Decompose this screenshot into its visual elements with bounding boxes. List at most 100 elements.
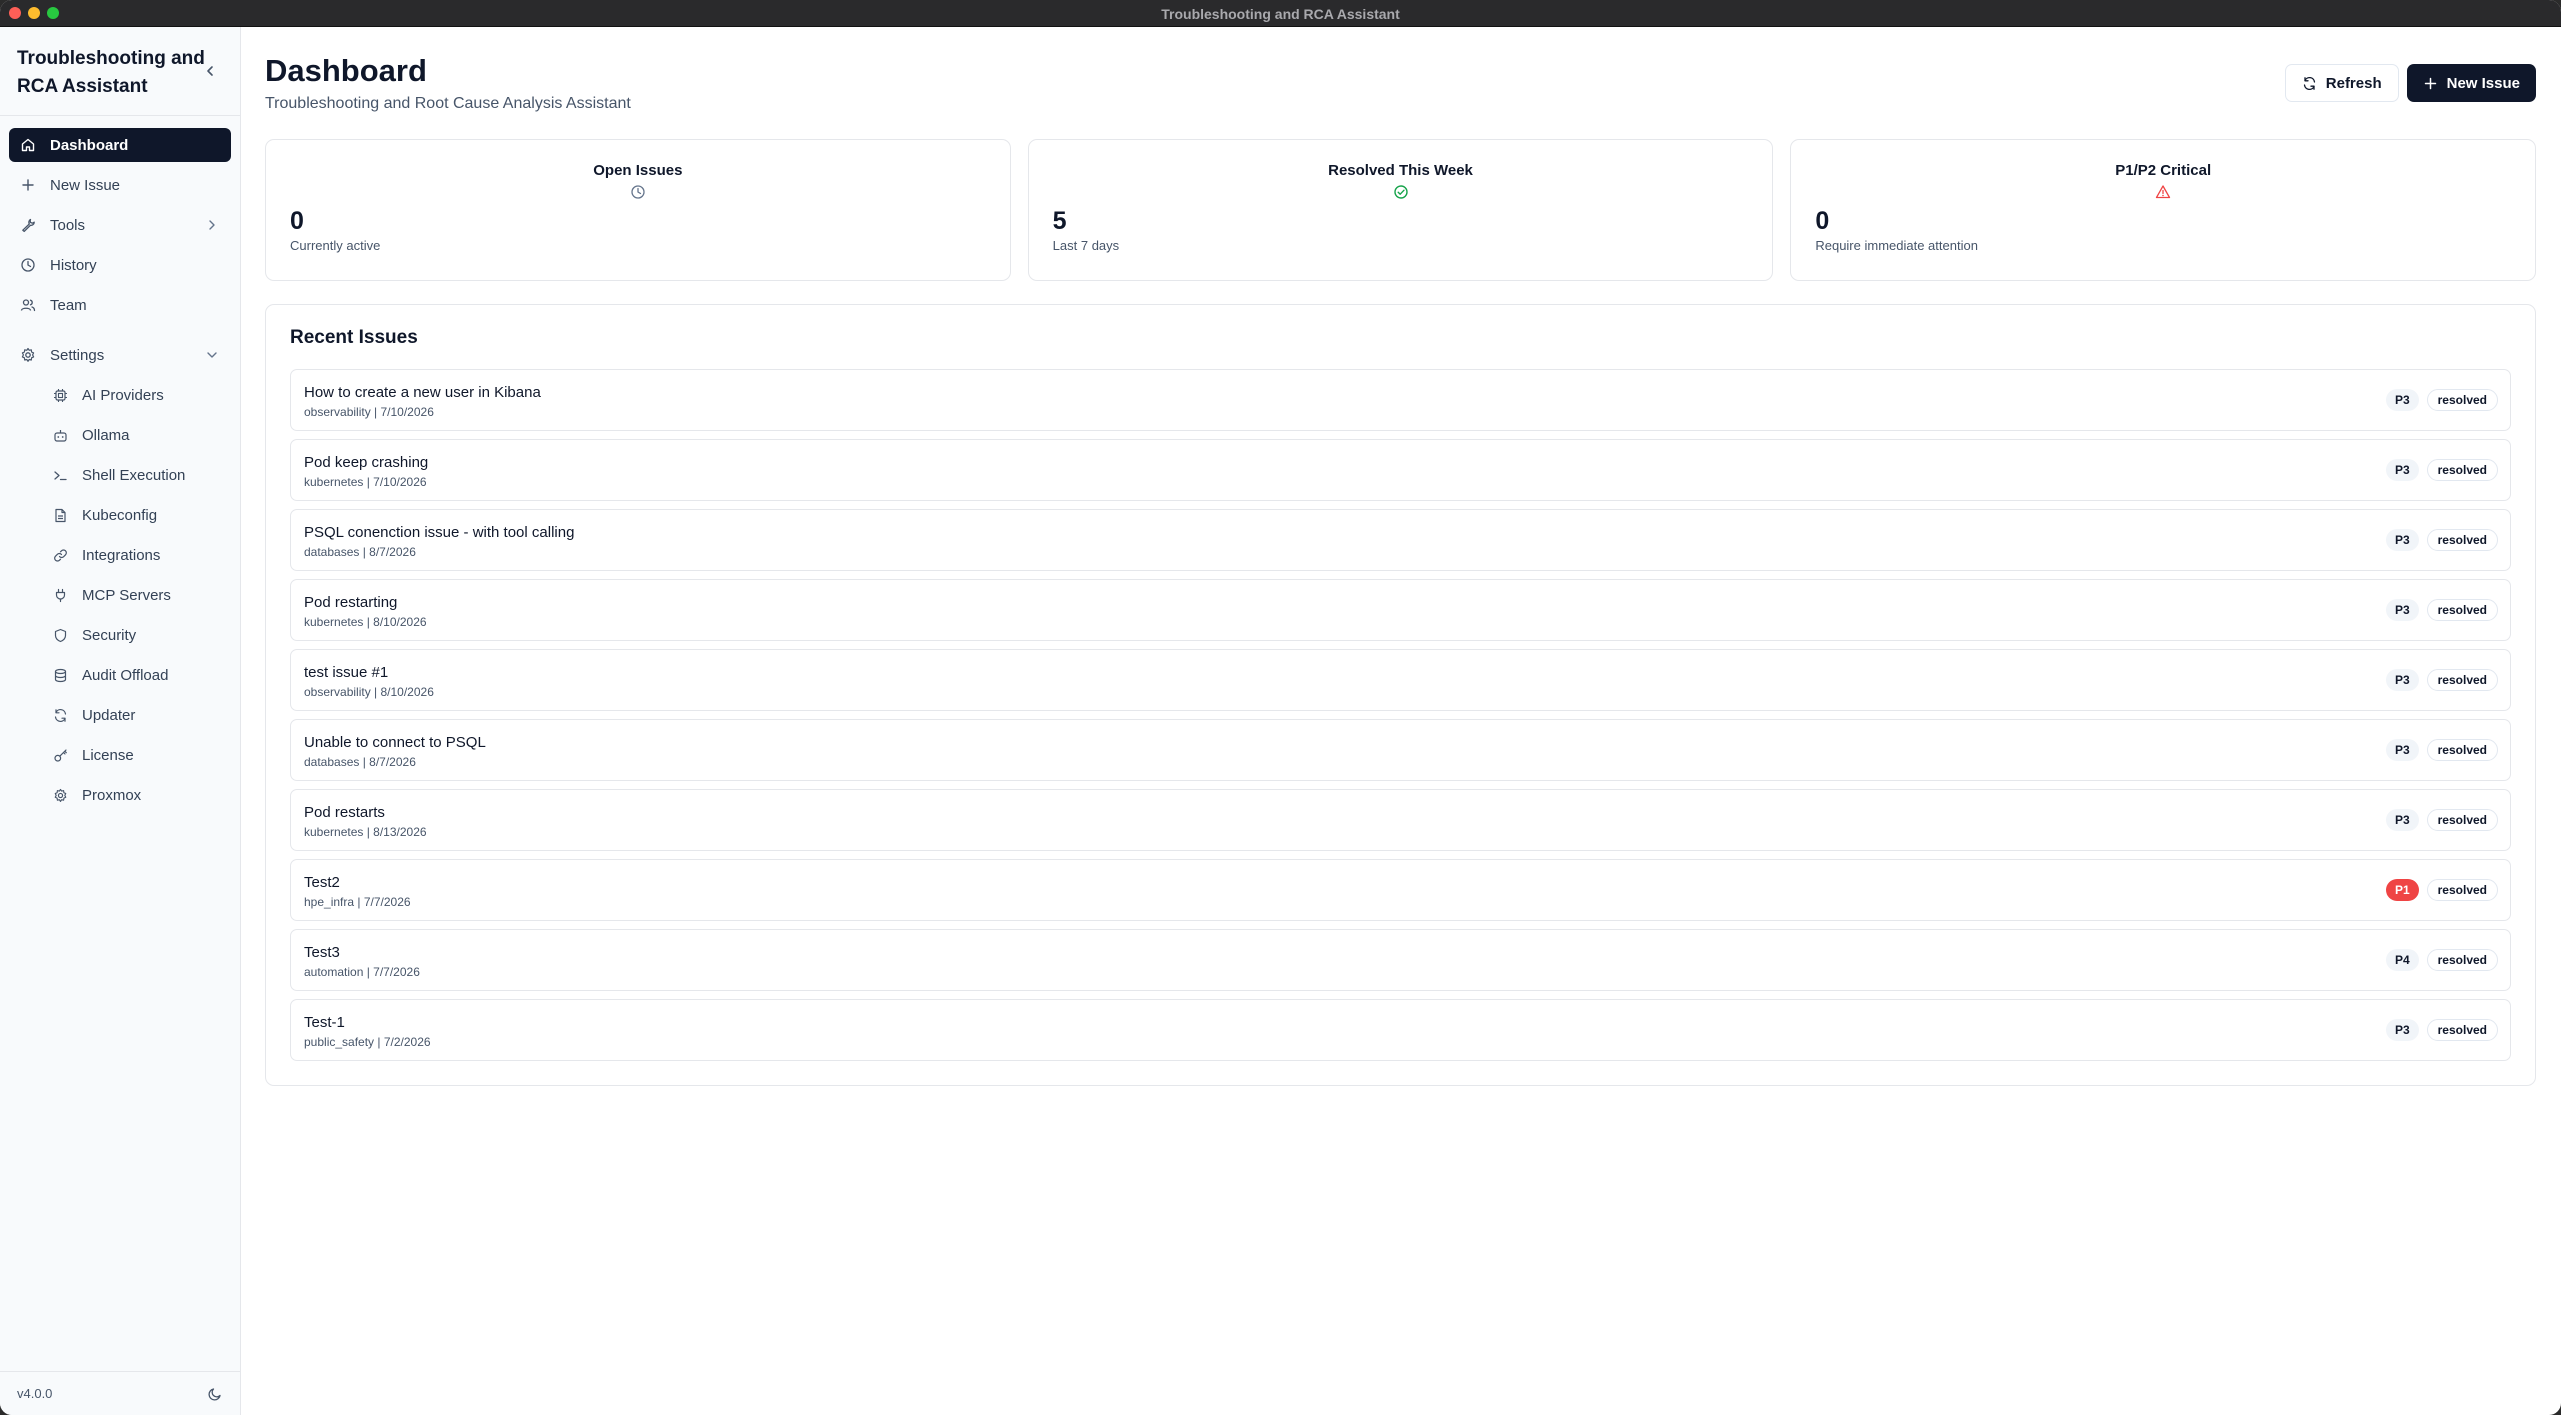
priority-badge: P1: [2385, 879, 2419, 901]
theme-toggle-button[interactable]: [207, 1386, 223, 1402]
issue-row[interactable]: Test3 automation | 7/7/2026 P4 resolved: [290, 929, 2511, 991]
issue-row[interactable]: Pod keep crashing kubernetes | 7/10/2026…: [290, 439, 2511, 501]
plug-icon: [53, 588, 68, 603]
issue-meta: observability | 7/10/2026: [304, 405, 434, 419]
sidebar-item-dashboard[interactable]: Dashboard: [9, 128, 231, 162]
refresh-button-label: Refresh: [2325, 74, 2382, 92]
priority-badge: P3: [2385, 669, 2419, 691]
issue-row[interactable]: Unable to connect to PSQL databases | 8/…: [290, 719, 2511, 781]
sidebar-item-security[interactable]: Security: [42, 618, 231, 652]
sidebar-item-label: Kubeconfig: [82, 506, 158, 524]
stat-caption: Last 7 days: [1052, 238, 1120, 253]
stat-value: 0: [1815, 207, 1830, 235]
new-issue-button-label: New Issue: [2446, 74, 2520, 92]
issue-row[interactable]: Test2 hpe_infra | 7/7/2026 P1 resolved: [290, 859, 2511, 921]
plus-icon: [2423, 76, 2438, 91]
sidebar-item-label: Integrations: [82, 546, 161, 564]
issue-title: Pod restarting: [304, 594, 398, 611]
issue-row[interactable]: PSQL conenction issue - with tool callin…: [290, 509, 2511, 571]
sidebar-item-label: MCP Servers: [82, 586, 171, 604]
database-icon: [53, 668, 68, 683]
priority-badge: P3: [2385, 459, 2419, 481]
sidebar-item-label: License: [82, 746, 134, 764]
refresh-button[interactable]: Refresh: [2284, 64, 2399, 102]
issue-row[interactable]: Pod restarts kubernetes | 8/13/2026 P3 re…: [290, 789, 2511, 851]
sidebar-item-updater[interactable]: Updater: [42, 698, 231, 732]
issue-title: PSQL conenction issue - with tool callin…: [304, 524, 575, 541]
page-subtitle: Troubleshooting and Root Cause Analysis …: [265, 95, 631, 112]
stat-caption: Currently active: [290, 238, 381, 253]
sidebar-item-team[interactable]: Team: [9, 288, 231, 322]
issue-title: Test2: [304, 874, 340, 891]
sidebar-item-proxmox[interactable]: Proxmox: [42, 778, 231, 812]
sidebar-item-mcp-servers[interactable]: MCP Servers: [42, 578, 231, 612]
sidebar-item-kubeconfig[interactable]: Kubeconfig: [42, 498, 231, 532]
status-badge: resolved: [2426, 809, 2498, 831]
settings-submenu: AI Providers Ollama Shell Execution Kube…: [9, 378, 231, 812]
stat-label: P1/P2 Critical: [2115, 162, 2212, 179]
sidebar-item-label: AI Providers: [82, 386, 164, 404]
page-header: Dashboard Troubleshooting and Root Cause…: [265, 27, 2536, 139]
window-title: Troubleshooting and RCA Assistant: [1161, 6, 1400, 22]
status-badge: resolved: [2426, 459, 2498, 481]
sidebar-item-label: Updater: [82, 706, 136, 724]
check-circle-icon: [1393, 184, 1409, 200]
sidebar-item-label: Tools: [50, 216, 86, 234]
sidebar-item-settings[interactable]: Settings: [9, 338, 231, 372]
issue-title: How to create a new user in Kibana: [304, 384, 541, 401]
sidebar-item-ai-providers[interactable]: AI Providers: [42, 378, 231, 412]
sidebar-item-tools[interactable]: Tools: [9, 208, 231, 242]
status-badge: resolved: [2426, 1019, 2498, 1041]
sidebar-footer: v4.0.0: [0, 1371, 240, 1415]
issue-row[interactable]: Test-1 public_safety | 7/2/2026 P3 resolv…: [290, 999, 2511, 1061]
clock-icon: [20, 257, 36, 273]
refresh-icon: [2302, 76, 2317, 91]
stat-label: Open Issues: [593, 162, 683, 179]
issue-title: test issue #1: [304, 664, 389, 681]
priority-badge: P4: [2385, 949, 2419, 971]
stat-caption: Require immediate attention: [1815, 238, 1978, 253]
sidebar-item-audit-offload[interactable]: Audit Offload: [42, 658, 231, 692]
cpu-icon: [53, 388, 68, 403]
priority-badge: P3: [2385, 1019, 2419, 1041]
sidebar-item-history[interactable]: History: [9, 248, 231, 282]
issue-title: Pod restarts: [304, 804, 385, 821]
shield-icon: [53, 628, 68, 643]
page-title: Dashboard: [265, 53, 427, 88]
issue-meta: public_safety | 7/2/2026: [304, 1035, 431, 1049]
clock-icon: [630, 184, 646, 200]
refresh-icon: [53, 708, 68, 723]
home-icon: [20, 137, 36, 153]
wrench-icon: [20, 217, 36, 233]
collapse-sidebar-button[interactable]: [202, 63, 218, 79]
sidebar-item-ollama[interactable]: Ollama: [42, 418, 231, 452]
status-badge: resolved: [2426, 949, 2498, 971]
sidebar-item-label: Proxmox: [82, 786, 142, 804]
sidebar-item-integrations[interactable]: Integrations: [42, 538, 231, 572]
link-icon: [53, 548, 68, 563]
new-issue-button[interactable]: New Issue: [2406, 64, 2536, 102]
issue-row[interactable]: Pod restarting kubernetes | 8/10/2026 P3…: [290, 579, 2511, 641]
sidebar-item-label: Dashboard: [50, 136, 129, 154]
gear-icon: [53, 788, 68, 803]
chevron-down-icon: [205, 348, 219, 362]
status-badge: resolved: [2426, 669, 2498, 691]
issue-row[interactable]: How to create a new user in Kibana obser…: [290, 369, 2511, 431]
sidebar-item-new-issue[interactable]: New Issue: [9, 168, 231, 202]
stats-row: Open Issues 0 Currently active Resolved …: [265, 139, 2537, 281]
sidebar-item-license[interactable]: License: [42, 738, 231, 772]
stat-value: 0: [290, 207, 304, 235]
sidebar: Troubleshooting and RCA Assistant Dashbo…: [0, 27, 241, 1415]
sidebar-item-label: Security: [82, 626, 137, 644]
status-badge: resolved: [2426, 389, 2498, 411]
sidebar-item-shell-execution[interactable]: Shell Execution: [42, 458, 231, 492]
recent-issues-panel: Recent Issues How to create a new user i…: [265, 304, 2536, 1086]
issue-title: Unable to connect to PSQL: [304, 734, 486, 751]
issue-meta: databases | 8/7/2026: [304, 545, 416, 559]
sidebar-item-label: Audit Offload: [82, 666, 169, 684]
status-badge: resolved: [2426, 879, 2498, 901]
issue-meta: automation | 7/7/2026: [304, 965, 420, 979]
issue-row[interactable]: test issue #1 observability | 8/10/2026 …: [290, 649, 2511, 711]
header-actions: Refresh New Issue: [2284, 64, 2536, 102]
issue-meta: kubernetes | 8/13/2026: [304, 825, 427, 839]
